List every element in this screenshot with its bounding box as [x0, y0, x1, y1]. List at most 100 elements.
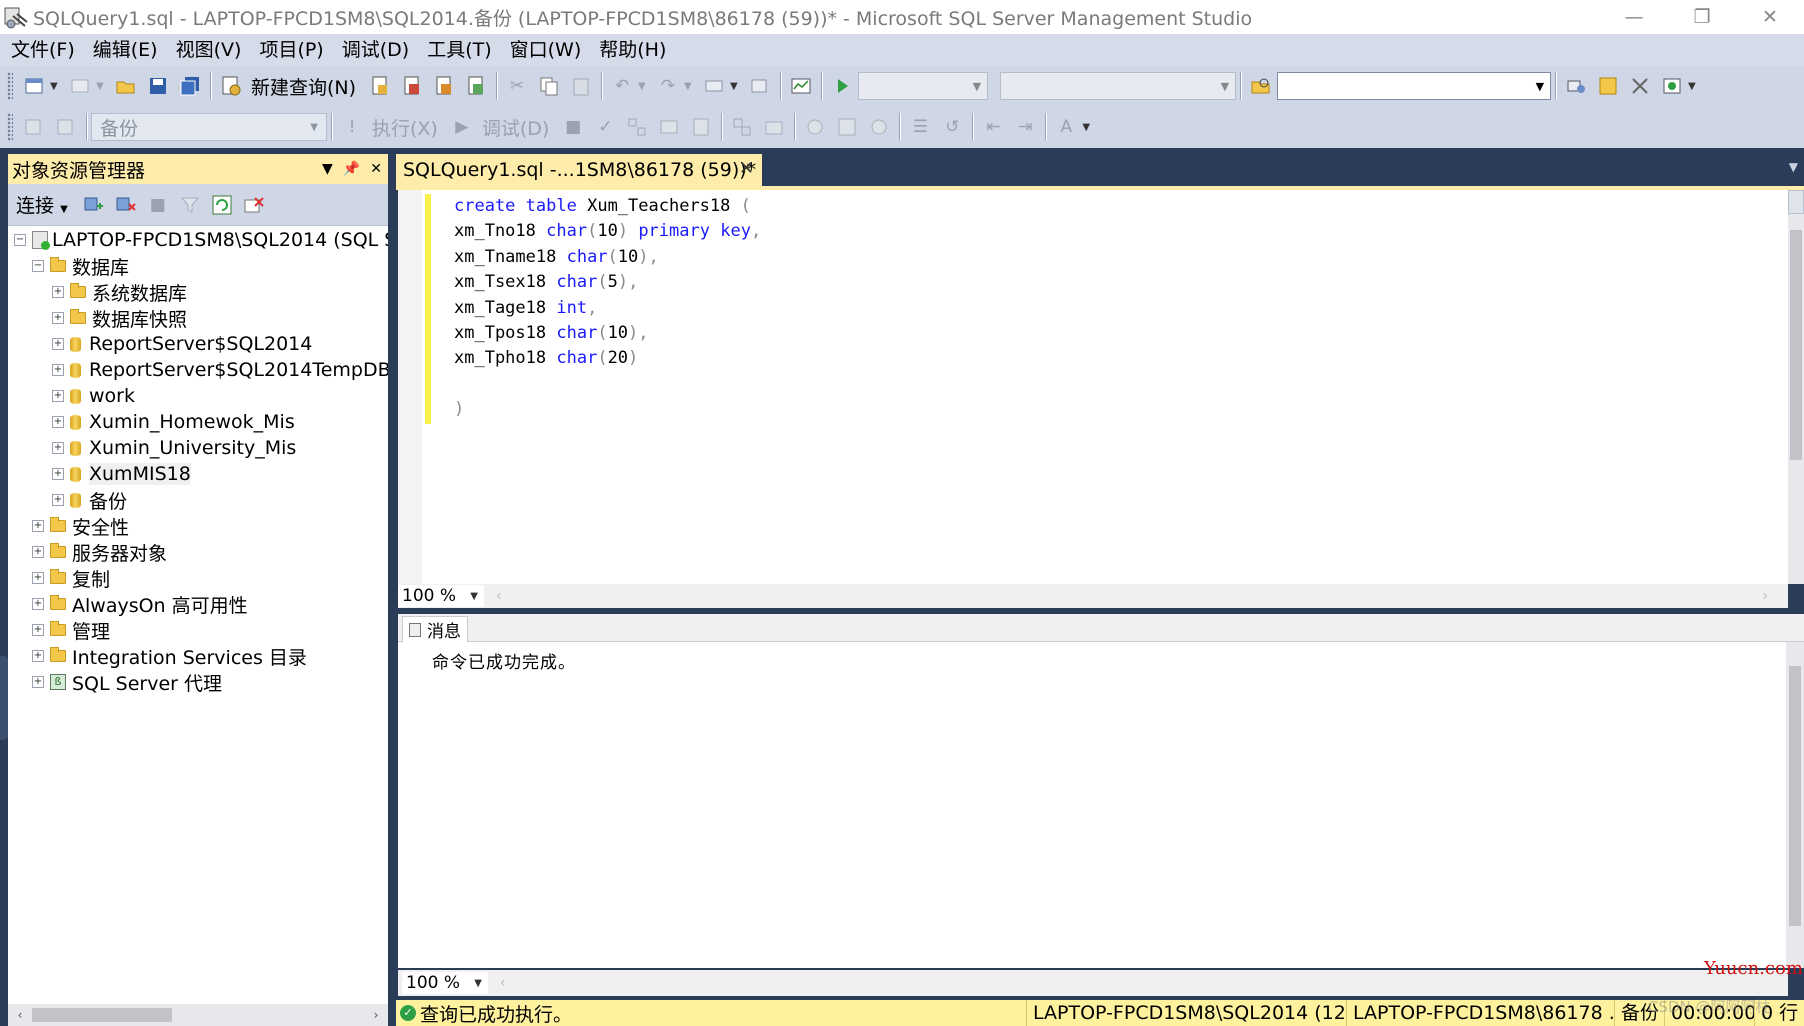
tree-node-database-snapshots[interactable]: + 数据库快照: [52, 306, 187, 331]
scroll-right-icon[interactable]: ›: [366, 1004, 386, 1026]
menu-window[interactable]: 窗口(W): [501, 34, 591, 66]
menu-file[interactable]: 文件(F): [2, 34, 84, 66]
code-line[interactable]: xm_Tname18 char(10),: [454, 245, 761, 270]
expand-icon[interactable]: +: [52, 468, 64, 480]
tree-node-database[interactable]: + ReportServer$SQL2014: [52, 332, 312, 356]
tree-node-database[interactable]: + Xumin_Homewok_Mis: [52, 410, 295, 434]
menu-view[interactable]: 视图(V): [167, 34, 251, 66]
toolbar-options-icon[interactable]: ▼: [1082, 122, 1092, 133]
toolbox-auto-hide-tab[interactable]: [0, 656, 8, 740]
tree-node-security[interactable]: + 安全性: [32, 514, 129, 539]
editor-vertical-scrollbar[interactable]: [1788, 190, 1804, 584]
object-explorer-horizontal-scrollbar[interactable]: ‹ ›: [8, 1004, 388, 1026]
menu-debug[interactable]: 调试(D): [333, 34, 418, 66]
analysis-services-dmx-query-icon[interactable]: [431, 73, 457, 99]
scrollbar-thumb[interactable]: [1790, 230, 1802, 460]
menu-help[interactable]: 帮助(H): [590, 34, 675, 66]
activity-monitor-stop-icon[interactable]: [241, 192, 267, 218]
code-line[interactable]: xm_Tsex18 char(5),: [454, 270, 761, 295]
expand-icon[interactable]: +: [32, 572, 44, 584]
expand-icon[interactable]: +: [32, 676, 44, 688]
close-button[interactable]: ✕: [1736, 0, 1804, 34]
tree-node-database[interactable]: + 备份: [52, 488, 127, 513]
expand-icon[interactable]: +: [32, 546, 44, 558]
navigate-forward-icon[interactable]: [747, 73, 773, 99]
tree-node-system-databases[interactable]: + 系统数据库: [52, 280, 187, 305]
available-databases-combo[interactable]: 备份 ▼: [91, 113, 327, 141]
tree-node-database[interactable]: + XumMIS18: [52, 462, 191, 486]
tree-node-database[interactable]: + ReportServer$SQL2014TempDB: [52, 358, 388, 382]
code-line[interactable]: [454, 372, 761, 397]
close-panel-icon[interactable]: ✕: [370, 161, 382, 177]
restore-button[interactable]: ❐: [1668, 0, 1736, 34]
menu-tools[interactable]: 工具(T): [418, 34, 500, 66]
activity-monitor-icon[interactable]: [788, 73, 814, 99]
scroll-left-icon[interactable]: ‹: [10, 1004, 30, 1026]
open-file-icon[interactable]: [113, 73, 139, 99]
disconnect-server-icon[interactable]: [113, 192, 139, 218]
close-tab-icon[interactable]: ✕: [739, 158, 754, 179]
scrollbar-thumb[interactable]: [32, 1008, 172, 1022]
tree-node-server-objects[interactable]: + 服务器对象: [32, 540, 167, 565]
code-line[interactable]: ): [454, 397, 761, 422]
copy-icon[interactable]: [536, 73, 562, 99]
tree-node-sql-server-agent[interactable]: + ß SQL Server 代理: [32, 670, 222, 695]
collapse-icon[interactable]: −: [32, 260, 44, 272]
toolbar-grip[interactable]: [7, 113, 13, 141]
navigate-dropdown-icon[interactable]: ▼: [730, 81, 740, 92]
split-handle[interactable]: [1788, 190, 1804, 214]
tree-node-alwayson[interactable]: + AlwaysOn 高可用性: [32, 592, 248, 617]
code-text[interactable]: create table Xum_Teachers18 (xm_Tno18 ch…: [454, 194, 761, 423]
object-explorer-icon[interactable]: [1595, 73, 1621, 99]
results-zoom-combo[interactable]: 100 % ▼: [402, 972, 488, 994]
expand-icon[interactable]: +: [52, 390, 64, 402]
save-all-icon[interactable]: [177, 73, 203, 99]
active-files-dropdown-icon[interactable]: ▼: [1789, 160, 1798, 174]
sql-editor[interactable]: create table Xum_Teachers18 (xm_Tno18 ch…: [398, 190, 1788, 584]
tab-messages[interactable]: 消息: [402, 616, 468, 642]
start-debugging-icon[interactable]: [829, 73, 855, 99]
save-icon[interactable]: [145, 73, 171, 99]
tree-node-server[interactable]: − LAPTOP-FPCD1SM8\SQL2014 (SQL Ser: [14, 228, 388, 252]
editor-zoom-combo[interactable]: 100 % ▼: [398, 585, 484, 607]
analysis-services-mdx-query-icon[interactable]: [399, 73, 425, 99]
expand-icon[interactable]: +: [52, 312, 64, 324]
expand-icon[interactable]: +: [32, 520, 44, 532]
auto-hide-pin-icon[interactable]: 📌: [343, 161, 360, 177]
new-query-icon[interactable]: [218, 73, 244, 99]
properties-icon[interactable]: [1627, 73, 1653, 99]
toolbar-options-icon[interactable]: ▼: [1688, 81, 1698, 92]
find-combo[interactable]: ▼: [1277, 72, 1552, 100]
expand-icon[interactable]: +: [32, 598, 44, 610]
expand-icon[interactable]: +: [32, 624, 44, 636]
toolbar-grip[interactable]: [7, 72, 13, 100]
code-line[interactable]: xm_Tage18 int,: [454, 296, 761, 321]
toolbox-icon[interactable]: [1659, 73, 1685, 99]
expand-icon[interactable]: +: [52, 442, 64, 454]
scroll-left-icon[interactable]: ‹: [500, 975, 506, 991]
code-line[interactable]: xm_Tpos18 char(10),: [454, 321, 761, 346]
analysis-services-xmla-query-icon[interactable]: [463, 73, 489, 99]
connect-button[interactable]: 连接 ▼: [16, 191, 68, 218]
tree-node-databases[interactable]: − 数据库: [32, 254, 129, 279]
tree-node-database[interactable]: + Xumin_University_Mis: [52, 436, 296, 460]
new-project-icon[interactable]: [21, 73, 47, 99]
navigate-backward-icon[interactable]: [701, 73, 727, 99]
collapse-icon[interactable]: −: [14, 234, 26, 246]
debug-button[interactable]: 调试(D): [482, 114, 549, 141]
database-engine-query-icon[interactable]: [367, 73, 393, 99]
refresh-icon[interactable]: [209, 192, 235, 218]
expand-icon[interactable]: +: [52, 364, 64, 376]
tree-node-replication[interactable]: + 复制: [32, 566, 110, 591]
registered-servers-icon[interactable]: [1563, 73, 1589, 99]
expand-icon[interactable]: +: [52, 338, 64, 350]
expand-icon[interactable]: +: [32, 650, 44, 662]
window-position-icon[interactable]: ▼: [322, 161, 333, 177]
execute-button[interactable]: 执行(X): [372, 114, 438, 141]
messages-pane[interactable]: 命令已成功完成。: [398, 642, 1786, 968]
scroll-left-icon[interactable]: ‹: [496, 588, 502, 604]
scroll-right-icon[interactable]: ›: [1762, 588, 1768, 604]
code-line[interactable]: xm_Tpho18 char(20): [454, 346, 761, 371]
expand-icon[interactable]: +: [52, 286, 64, 298]
scrollbar-thumb[interactable]: [1789, 666, 1801, 926]
